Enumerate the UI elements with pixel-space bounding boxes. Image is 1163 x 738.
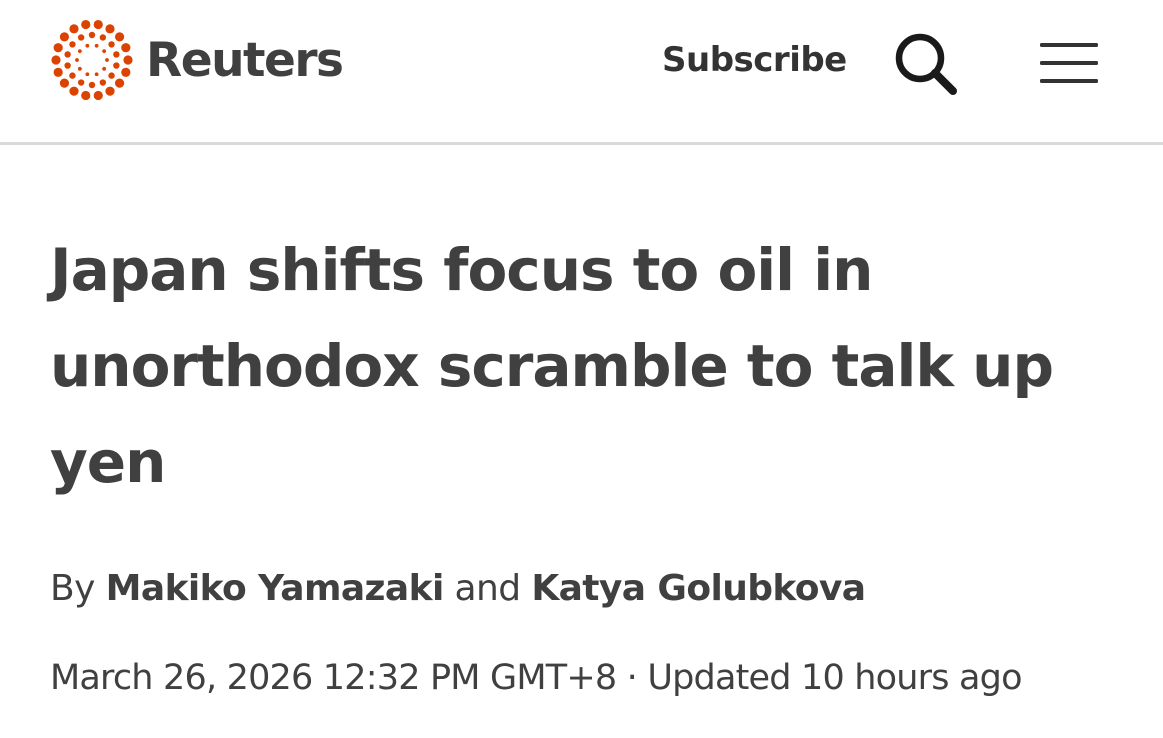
logo-wordmark: Reuters [146, 32, 344, 88]
byline: By Makiko Yamazaki and Katya Golubkova [50, 565, 866, 613]
dateline-separator: · [626, 658, 638, 698]
logo-dot [102, 49, 107, 54]
logo-dot [94, 72, 99, 77]
logo-dot [88, 81, 96, 89]
logo-dot [93, 90, 103, 101]
logo-dot [77, 79, 85, 86]
logo-dot [64, 62, 71, 69]
logo-dot [88, 31, 96, 39]
logo-dot [75, 58, 79, 62]
byline-conjunction: and [454, 568, 522, 609]
subscribe-button[interactable]: Subscribe [662, 40, 847, 80]
logo-dot [105, 86, 115, 96]
logo-dot [108, 41, 115, 48]
dateline: March 26, 2026 12:32 PM GMT+8 · Updated … [50, 654, 1022, 702]
logo-dot [59, 78, 70, 88]
logo-dot [64, 51, 71, 58]
published-timestamp: March 26, 2026 12:32 PM GMT+8 [50, 658, 617, 698]
search-button[interactable] [890, 28, 962, 100]
logo-dot [69, 24, 79, 34]
logo-dot [85, 72, 90, 77]
logo-dot [105, 58, 109, 62]
logo-dot [85, 43, 90, 48]
logo-dot [121, 67, 131, 77]
logo-dot [105, 24, 115, 34]
logo-dot [81, 90, 91, 101]
logo-dot [69, 72, 76, 79]
logo-dot [53, 67, 63, 77]
logo-dot [113, 62, 120, 69]
search-icon [895, 33, 957, 95]
logo-dot [108, 72, 115, 79]
logo-dot [69, 41, 76, 48]
logo-dot [99, 79, 107, 86]
logo-dot [93, 19, 103, 30]
article-headline: Japan shifts focus to oil in unorthodox … [50, 236, 1054, 496]
logo-dot [59, 32, 70, 42]
logo-dot [53, 43, 63, 53]
logo-dot [121, 43, 131, 53]
menu-button[interactable] [1038, 38, 1100, 88]
hamburger-menu-icon [1040, 43, 1098, 83]
reuters-logo-icon [51, 19, 133, 101]
logo-dot [77, 49, 82, 54]
logo-dot [102, 66, 107, 71]
reuters-logo-link[interactable]: Reuters [50, 18, 344, 102]
logo-dot [77, 34, 85, 41]
logo-dot [94, 43, 99, 48]
logo-dot [51, 55, 61, 65]
author-link-makiko-yamazaki[interactable]: Makiko Yamazaki [106, 568, 445, 609]
author-link-katya-golubkova[interactable]: Katya Golubkova [531, 568, 866, 609]
logo-dot [77, 66, 82, 71]
site-header: Reuters Subscribe [0, 0, 1163, 145]
logo-dot [123, 55, 133, 65]
logo-dot [81, 19, 91, 30]
logo-dot [99, 34, 107, 41]
logo-dot [114, 32, 125, 42]
byline-prefix: By [50, 568, 95, 609]
logo-dot [114, 78, 125, 88]
updated-timestamp: Updated 10 hours ago [647, 658, 1022, 698]
logo-dot [113, 51, 120, 58]
logo-dot [69, 86, 79, 96]
